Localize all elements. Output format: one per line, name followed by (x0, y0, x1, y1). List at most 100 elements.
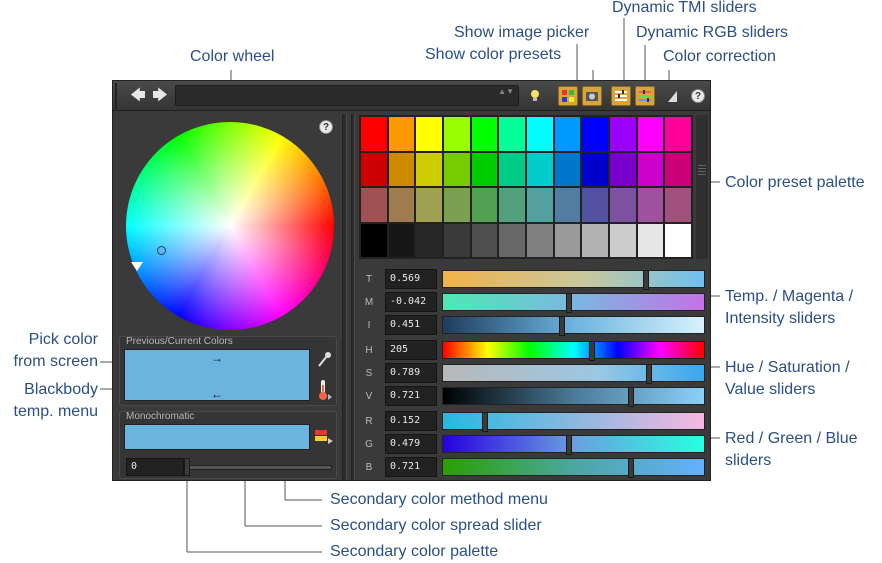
toolbar-help-icon[interactable]: ? (691, 89, 705, 103)
preset-swatch[interactable] (443, 188, 470, 222)
slider-thumb-s[interactable] (646, 364, 652, 384)
dynamic-rgb-sliders-button[interactable] (635, 86, 655, 106)
wheel-marker[interactable] (157, 246, 166, 255)
show-color-presets-button[interactable] (558, 86, 578, 106)
preset-swatch[interactable] (499, 223, 525, 257)
wheel-value-triangle-icon[interactable] (131, 262, 143, 271)
preset-swatch[interactable] (526, 152, 553, 186)
slider-value-r[interactable]: 0.152 (385, 411, 437, 431)
slider-value-h[interactable]: 205 (385, 340, 437, 360)
forward-arrow-icon[interactable]: 🡆 (151, 87, 169, 105)
preset-swatch[interactable] (416, 117, 442, 151)
preset-swatch[interactable] (554, 223, 581, 257)
slider-track-h[interactable] (442, 341, 705, 361)
slider-thumb-t[interactable] (643, 270, 649, 290)
preset-swatch[interactable] (416, 223, 442, 257)
secondary-spread-thumb[interactable] (184, 458, 190, 476)
preset-swatch[interactable] (665, 152, 691, 186)
path-field[interactable]: ▲▼ (175, 85, 519, 106)
slider-thumb-i[interactable] (559, 316, 565, 336)
slider-track-i[interactable] (442, 316, 705, 336)
slider-thumb-b[interactable] (628, 458, 634, 478)
slider-track-v[interactable] (442, 387, 705, 407)
preset-swatch[interactable] (526, 117, 553, 151)
preset-swatch[interactable] (582, 223, 608, 257)
slider-value-s[interactable]: 0.789 (385, 363, 437, 383)
preset-swatch[interactable] (416, 152, 442, 186)
thermometer-icon[interactable] (318, 379, 332, 401)
preset-swatch[interactable] (554, 152, 581, 186)
preset-swatch[interactable] (471, 188, 498, 222)
preset-swatch[interactable] (471, 117, 498, 151)
preset-scrollbar[interactable] (696, 115, 708, 259)
preset-swatch[interactable] (609, 152, 636, 186)
slider-track-b[interactable] (442, 458, 705, 478)
back-arrow-icon[interactable]: 🡄 (129, 87, 147, 105)
wheel-help-icon[interactable]: ? (319, 120, 333, 134)
preset-swatch[interactable] (665, 223, 691, 257)
show-image-picker-button[interactable] (582, 86, 602, 106)
preset-swatch[interactable] (526, 223, 553, 257)
dynamic-tmi-sliders-button[interactable] (611, 86, 631, 106)
preset-swatch[interactable] (609, 223, 636, 257)
slider-value-t[interactable]: 0.569 (385, 269, 437, 289)
slider-thumb-g[interactable] (566, 435, 572, 455)
preset-swatch[interactable] (499, 117, 525, 151)
secondary-spread-value[interactable]: 0 (126, 458, 184, 476)
previous-current-swatch[interactable]: → ← (124, 349, 310, 401)
slider-value-b[interactable]: 0.721 (385, 457, 437, 477)
preset-swatch[interactable] (361, 188, 387, 222)
preset-swatch[interactable] (637, 223, 664, 257)
preset-swatch[interactable] (499, 152, 525, 186)
slider-track-g[interactable] (442, 435, 705, 455)
preset-swatch[interactable] (499, 188, 525, 222)
preset-swatch[interactable] (388, 188, 415, 222)
color-method-icon[interactable] (314, 428, 334, 446)
preset-swatch[interactable] (471, 152, 498, 186)
preset-swatch[interactable] (443, 223, 470, 257)
slider-value-i[interactable]: 0.451 (385, 315, 437, 335)
preset-swatch[interactable] (361, 223, 387, 257)
column-splitter[interactable] (342, 114, 347, 480)
color-wheel[interactable] (126, 122, 334, 330)
preset-swatch[interactable] (637, 188, 664, 222)
secondary-spread-track[interactable] (186, 465, 332, 470)
preset-swatch[interactable] (582, 188, 608, 222)
lightbulb-button[interactable] (525, 86, 545, 106)
slider-track-s[interactable] (442, 364, 705, 384)
slider-thumb-h[interactable] (589, 341, 595, 361)
preset-swatch[interactable] (416, 188, 442, 222)
slider-thumb-r[interactable] (482, 412, 488, 432)
slider-thumb-v[interactable] (628, 387, 634, 407)
preset-swatch[interactable] (582, 117, 608, 151)
preset-swatch[interactable] (665, 188, 691, 222)
preset-swatch[interactable] (582, 152, 608, 186)
preset-swatch[interactable] (388, 152, 415, 186)
slider-track-m[interactable] (442, 293, 705, 313)
preset-swatch[interactable] (665, 117, 691, 151)
color-correction-button[interactable] (662, 86, 682, 106)
preset-swatch[interactable] (471, 223, 498, 257)
slider-track-r[interactable] (442, 412, 705, 432)
toolbar-grip[interactable] (115, 83, 121, 109)
preset-swatch[interactable] (609, 188, 636, 222)
preset-swatch[interactable] (361, 152, 387, 186)
preset-swatch[interactable] (361, 117, 387, 151)
eyedropper-icon[interactable] (316, 351, 332, 369)
preset-swatch[interactable] (443, 152, 470, 186)
preset-swatch[interactable] (554, 188, 581, 222)
preset-swatch[interactable] (526, 188, 553, 222)
slider-value-v[interactable]: 0.721 (385, 386, 437, 406)
slider-value-m[interactable]: -0.042 (385, 292, 437, 312)
slider-track-t[interactable] (442, 270, 705, 290)
preset-swatch[interactable] (609, 117, 636, 151)
preset-swatch[interactable] (388, 223, 415, 257)
path-spin-icon[interactable]: ▲▼ (498, 87, 514, 96)
secondary-color-palette[interactable] (124, 424, 310, 450)
slider-thumb-m[interactable] (566, 293, 572, 313)
preset-swatch[interactable] (637, 117, 664, 151)
preset-swatch[interactable] (554, 117, 581, 151)
preset-scroll-grip[interactable] (698, 165, 706, 177)
preset-swatch[interactable] (388, 117, 415, 151)
preset-swatch[interactable] (443, 117, 470, 151)
